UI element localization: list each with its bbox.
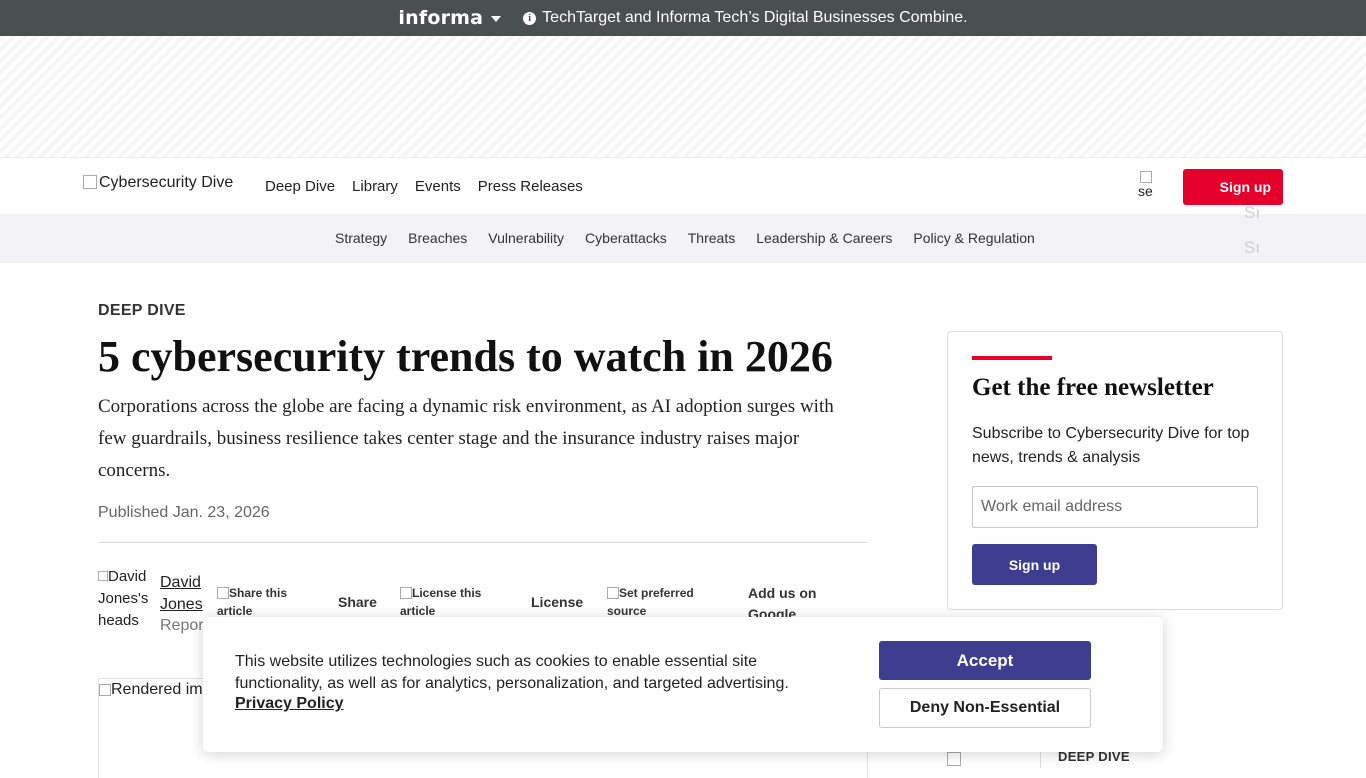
share-button[interactable]: Share <box>338 594 377 610</box>
preferred-source-alt: Set preferred source <box>607 586 694 618</box>
ad-placeholder <box>0 36 1366 158</box>
newsletter-signup-button[interactable]: Sign up <box>972 544 1097 585</box>
informa-logo: informa <box>398 7 484 29</box>
broken-image-icon <box>98 571 108 581</box>
broken-image-icon <box>607 587 619 599</box>
newsletter-card: Get the free newsletter Subscribe to Cyb… <box>947 331 1283 610</box>
license-icon-alt: License this article <box>400 586 482 618</box>
preferred-source-icon[interactable]: Set preferred source <box>607 584 717 620</box>
header-signup-button[interactable]: Sign up <box>1183 169 1283 205</box>
broken-image-icon <box>83 175 97 189</box>
informa-topbar: informa i TechTarget and Informa Tech’s … <box>0 0 1366 36</box>
license-icon[interactable]: License this article <box>400 584 510 620</box>
topbar-notice-text: TechTarget and Informa Tech’s Digital Bu… <box>542 9 968 26</box>
nav-item-library[interactable]: Library <box>352 178 398 195</box>
accept-cookies-button[interactable]: Accept <box>879 641 1091 680</box>
main-nav: Deep Dive Library Events Press Releases <box>265 178 583 195</box>
ghost-overflow-text: Sı <box>1244 238 1261 257</box>
sidebar-thumbnail[interactable] <box>947 752 965 768</box>
divider <box>98 542 868 543</box>
topic-leadership-careers[interactable]: Leadership & Careers <box>756 230 892 246</box>
site-logo-alt: Cybersecurity Dive <box>99 174 234 191</box>
email-input[interactable] <box>972 486 1258 528</box>
article-title: 5 cybersecurity trends to watch in 2026 <box>98 332 833 381</box>
topic-policy-regulation[interactable]: Policy & Regulation <box>913 230 1034 246</box>
broken-image-icon <box>217 587 229 599</box>
author-avatar: David Jones's heads <box>98 566 148 638</box>
author-link[interactable]: David Jones <box>160 572 206 616</box>
info-icon: i <box>523 11 537 25</box>
nav-item-deep-dive[interactable]: Deep Dive <box>265 178 335 195</box>
license-button[interactable]: License <box>531 594 583 610</box>
nav-item-events[interactable]: Events <box>415 178 461 195</box>
site-logo[interactable]: Cybersecurity Dive <box>83 174 233 192</box>
share-icon[interactable]: Share this article <box>217 584 317 620</box>
site-header: Cybersecurity Dive Deep Dive Library Eve… <box>0 158 1366 214</box>
search-icon[interactable]: se <box>1138 169 1158 203</box>
accent-line <box>972 356 1052 360</box>
broken-image-icon <box>400 587 412 599</box>
topbar-notice[interactable]: i TechTarget and Informa Tech’s Digital … <box>523 9 968 27</box>
nav-item-press-releases[interactable]: Press Releases <box>478 178 583 195</box>
topic-breaches[interactable]: Breaches <box>408 230 467 246</box>
published-date: Published Jan. 23, 2026 <box>98 504 270 521</box>
author-role: Repor <box>160 617 204 634</box>
topic-cyberattacks[interactable]: Cyberattacks <box>585 230 667 246</box>
topic-nav: Strategy Breaches Vulnerability Cyberatt… <box>0 214 1366 263</box>
ghost-overflow-text: Sı <box>1244 203 1261 222</box>
cookie-message: This website utilizes technologies such … <box>235 653 789 692</box>
hero-image-alt: Rendered im <box>111 681 203 698</box>
search-icon-alt: se <box>1138 183 1153 199</box>
article-dek: Corporations across the globe are facing… <box>98 396 834 481</box>
topic-vulnerability[interactable]: Vulnerability <box>488 230 564 246</box>
newsletter-description: Subscribe to Cybersecurity Dive for top … <box>972 425 1250 466</box>
privacy-policy-link[interactable]: Privacy Policy <box>235 695 344 713</box>
article-kicker[interactable]: DEEP DIVE <box>98 302 186 320</box>
broken-image-icon <box>1140 171 1152 183</box>
newsletter-title: Get the free newsletter <box>972 374 1214 401</box>
informa-brand-menu[interactable]: informa <box>398 7 502 29</box>
topic-threats[interactable]: Threats <box>688 230 735 246</box>
broken-image-icon <box>947 752 961 766</box>
caret-down-icon <box>491 16 502 22</box>
topic-strategy[interactable]: Strategy <box>335 230 387 246</box>
deny-cookies-button[interactable]: Deny Non-Essential <box>879 688 1091 728</box>
cookie-banner: This website utilizes technologies such … <box>203 617 1163 752</box>
broken-image-icon <box>99 684 111 696</box>
